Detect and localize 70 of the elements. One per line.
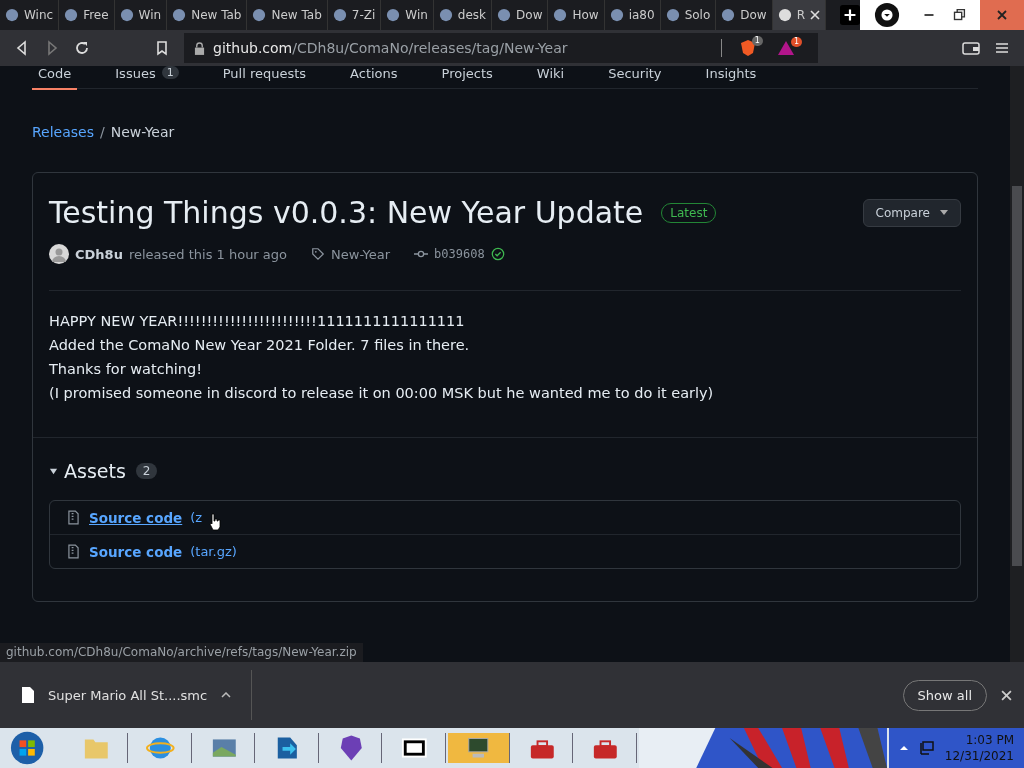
release-note: HAPPY NEW YEAR!!!!!!!!!!!!!!!!!!!!!!!!1111111111111111 [49,312,466,331]
repo-tab[interactable]: Wiki [530,66,571,88]
asset-format-link[interactable]: (tar.gz) [190,544,237,559]
author-link[interactable]: CDh8u [75,246,123,262]
site-icon [172,8,187,22]
release-title: Testing Things v0.0.3: New Year Update [49,195,644,230]
close-icon[interactable] [1001,689,1012,701]
release-note: Thanks for watching! [49,360,204,379]
dropdown-icon[interactable] [874,2,900,28]
asset-link[interactable]: Source code [89,509,183,526]
hand-cursor-icon [208,512,223,531]
breadcrumb-separator: / [100,124,105,140]
chevron-up-icon [221,692,232,698]
caret-icon [940,210,948,215]
site-icon [332,8,347,22]
tag-icon [311,247,326,261]
asset-link[interactable]: Source code [89,543,183,560]
breadcrumb-link[interactable]: Releases [32,124,94,140]
breadcrumb-current: New-Year [110,124,175,140]
release-note: Added the ComaNo New Year 2021 Folder. 7 files in there. [49,336,471,355]
close-icon[interactable] [810,10,820,20]
zip-file-icon [68,544,79,559]
site-icon [665,8,680,22]
close-icon [997,10,1007,20]
site-icon [497,8,512,22]
assets-count: 2 [135,463,158,479]
wallet-icon[interactable] [962,40,980,56]
repo-tab[interactable]: Projects [435,66,499,88]
site-icon [721,8,736,22]
avatar-icon [49,244,69,264]
commit-link[interactable]: b039608 [434,247,485,261]
caret-icon[interactable] [49,466,58,476]
start-icon[interactable] [10,730,45,766]
assets-heading: Assets [64,460,126,482]
repo-tab[interactable]: Pull requests [216,66,313,88]
site-icon [119,8,134,22]
repo-tab[interactable]: Code [32,66,78,90]
site-icon [5,8,19,22]
repo-tab[interactable]: Actions [344,66,404,88]
asset-format-link[interactable]: (z [190,510,203,525]
compare-button[interactable]: Compare [862,198,961,227]
release-note: (I promised someone in discord to release it on 00:00 MSK but he wanted me to do it early) [49,384,715,403]
reload-icon[interactable] [74,40,90,56]
bookmark-icon[interactable] [154,40,170,56]
url-text: github.com/CDh8u/ComaNo/releases/tag/New-Year [213,40,568,56]
repo-tab[interactable]: Security [602,66,668,88]
repo-tab[interactable]: Insights [699,66,763,88]
close-button[interactable] [980,0,1024,30]
file-icon [22,687,34,703]
menu-icon[interactable] [994,40,1010,56]
site-icon [438,8,453,22]
scrollbar[interactable] [1010,66,1024,662]
tag-link[interactable]: New-Year [331,246,391,262]
site-icon [609,8,624,22]
zip-file-icon [68,510,79,525]
site-icon [553,8,568,22]
release-time: released this 1 hour ago [128,246,288,262]
download-item[interactable]: Super Mario All St....smc [22,687,232,703]
site-icon [777,8,792,22]
new-tab-icon[interactable] [840,4,860,26]
site-icon [386,8,401,22]
browser-tab[interactable]: R [772,0,826,30]
tray-arrow-icon[interactable] [898,743,909,753]
site-icon [64,8,79,22]
repo-tab[interactable]: Issues 1 [109,66,185,88]
status-url: github.com/CDh8u/ComaNo/archive/refs/tags/New-Year.zip [0,643,363,662]
site-icon [252,8,267,22]
lock-icon [194,41,205,55]
computer-icon[interactable] [448,733,510,763]
address-bar[interactable]: github.com/CDh8u/ComaNo/releases/tag/New-Year 1 1 [184,33,818,63]
